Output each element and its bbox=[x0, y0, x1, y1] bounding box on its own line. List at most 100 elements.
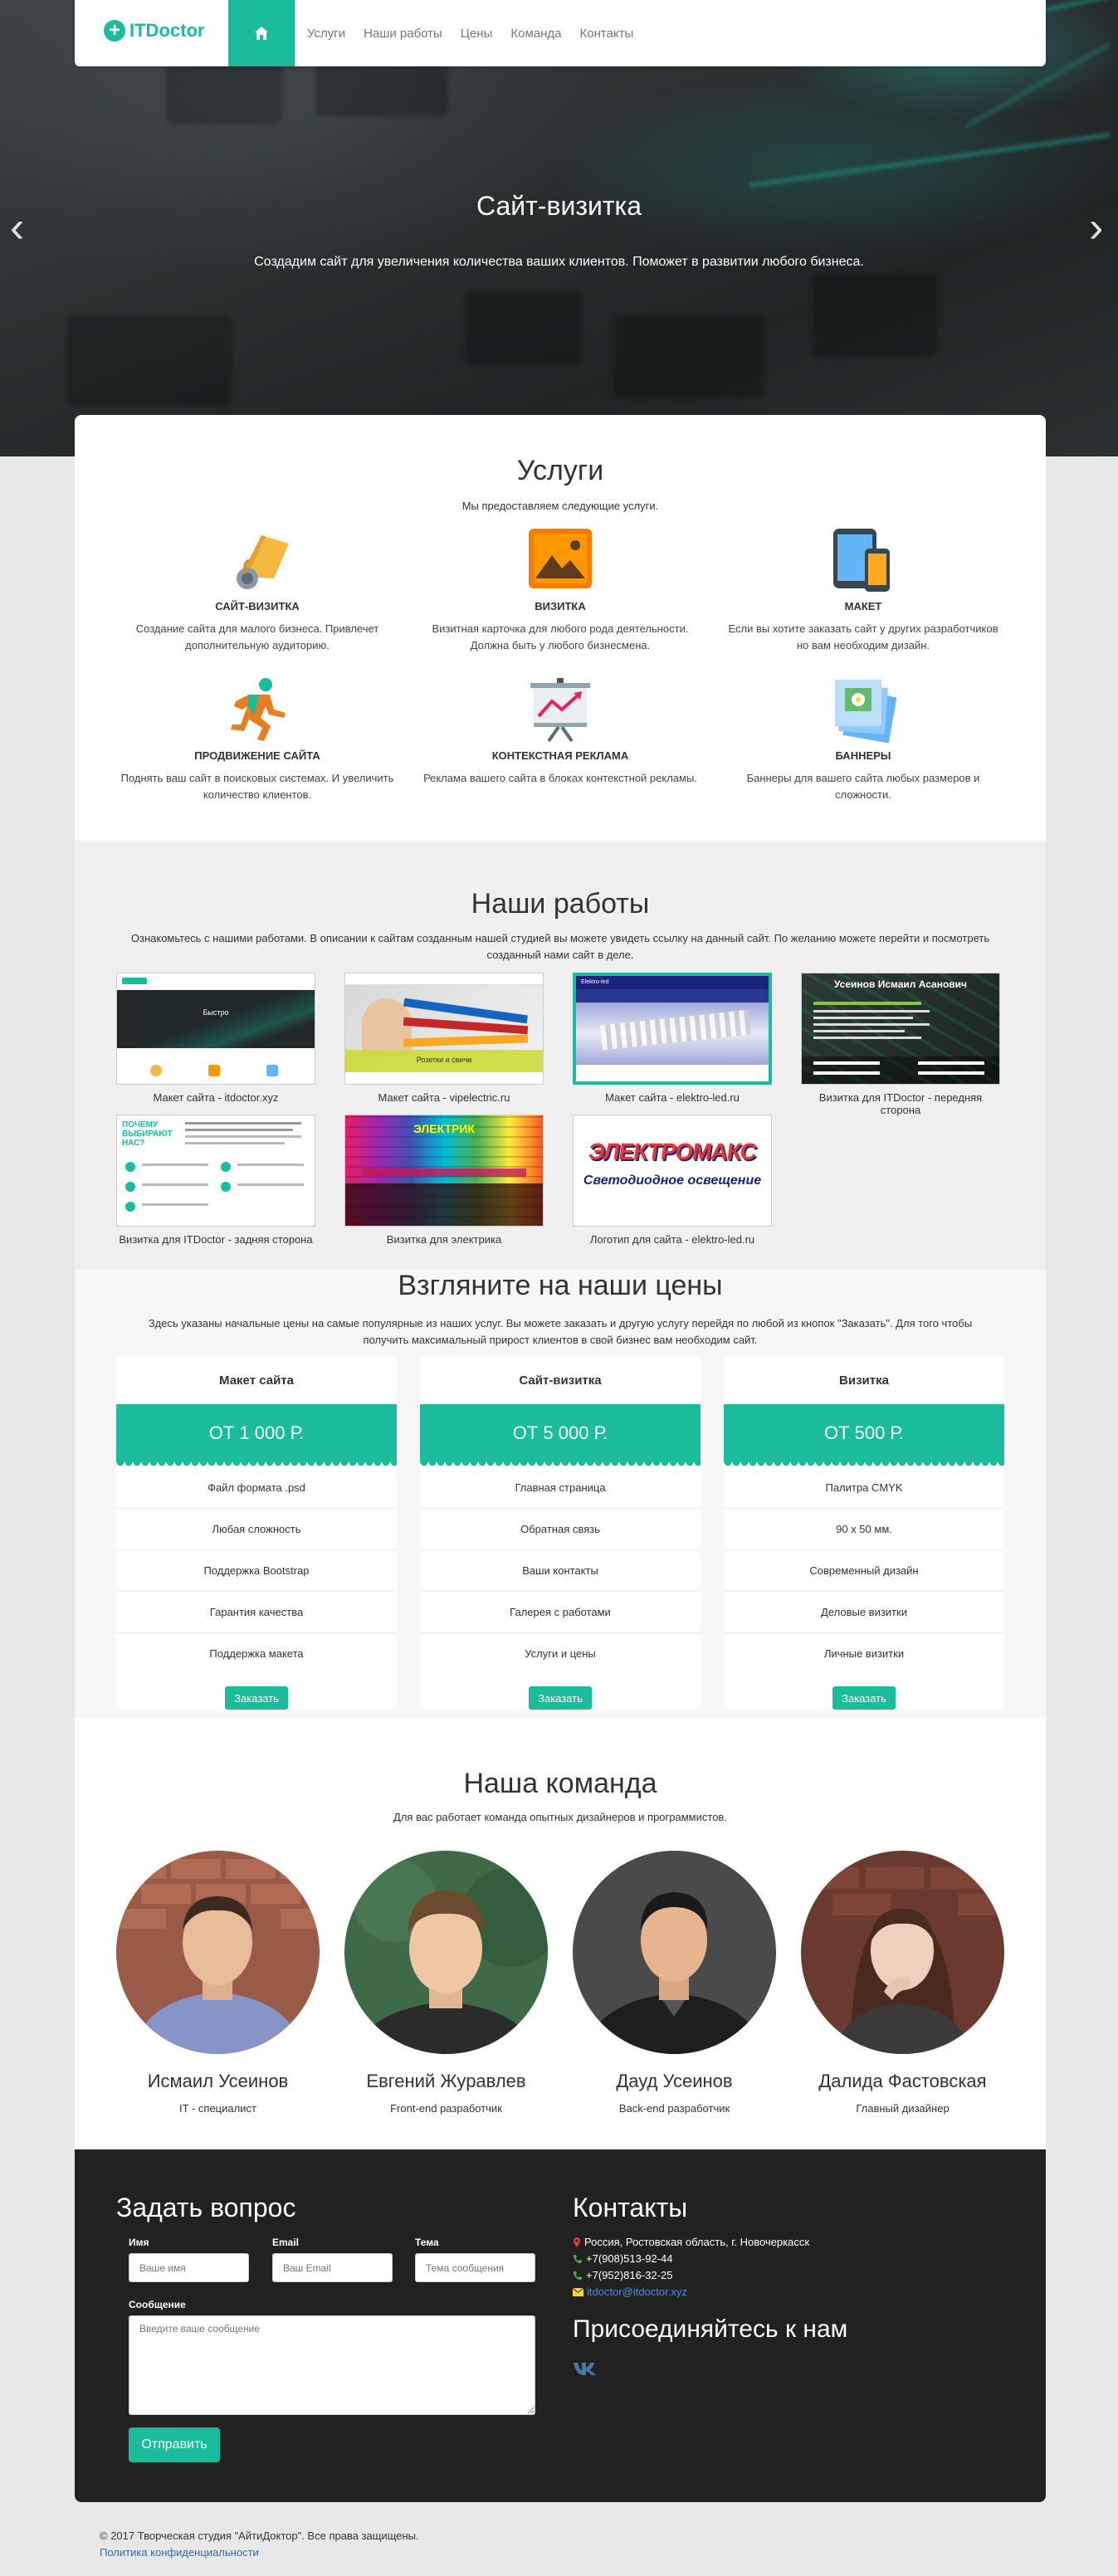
work-thumb-text: Усеинов Исмаил Асанович bbox=[833, 978, 968, 990]
ask-question-title: Задать вопрос bbox=[116, 2193, 296, 2222]
hero-title: Сайт-визитка bbox=[476, 191, 642, 221]
work-caption: Макет сайта - elektro-led.ru bbox=[605, 1091, 740, 1104]
work-item[interactable]: Усеинов Исмаил Асанович Визитка для ITDo… bbox=[801, 973, 1000, 1116]
team-subtitle: Для вас работает команда опытных дизайне… bbox=[393, 1811, 727, 1823]
service-title: Сайт-визитка bbox=[215, 600, 300, 612]
email-input[interactable] bbox=[272, 2253, 393, 2282]
service-desc: Визитная карточка для любого рода деятел… bbox=[432, 622, 689, 651]
plan-feature: Палитра CMYK bbox=[724, 1467, 1004, 1509]
nav-link-contacts[interactable]: Контакты bbox=[579, 27, 633, 41]
team-member: Евгений Журавлев Front-end разработчик bbox=[344, 1851, 548, 2115]
logo[interactable]: + ITDoctor bbox=[104, 20, 204, 41]
member-name: Далида Фастовская bbox=[818, 2071, 987, 2091]
address-text: Россия, Ростовская область, г. Новочерка… bbox=[584, 2236, 810, 2248]
service-title: Баннеры bbox=[835, 749, 891, 762]
phone-icon bbox=[573, 2271, 582, 2280]
work-thumb-text: ЭЛЕКТРОМАКС bbox=[587, 1139, 759, 1164]
address-line: Россия, Ростовская область, г. Новочерка… bbox=[573, 2236, 809, 2248]
team-title: Наша команда bbox=[463, 1768, 657, 1799]
work-thumbnail-selected[interactable]: Elektro-led bbox=[573, 973, 772, 1085]
name-input[interactable] bbox=[129, 2253, 249, 2282]
plan-feature: Гарантия качества bbox=[116, 1592, 397, 1633]
plan-feature: Ваши контакты bbox=[420, 1550, 701, 1592]
hero-subtitle: Создадим сайт для увеличения количества … bbox=[254, 255, 864, 269]
name-label: Имя bbox=[129, 2237, 149, 2248]
work-caption: Логотип для сайта - elektro-led.ru bbox=[589, 1233, 755, 1246]
presentation-icon bbox=[530, 678, 590, 743]
privacy-policy-link[interactable]: Политика конфиденциальности bbox=[100, 2546, 259, 2559]
work-thumb-text: ЭЛЕКТРИК bbox=[413, 1122, 475, 1135]
map-pin-icon bbox=[574, 2237, 580, 2247]
order-button[interactable]: Заказать bbox=[832, 1686, 896, 1710]
nav-link-prices[interactable]: Цены bbox=[461, 27, 493, 41]
member-role: IT - специалист bbox=[179, 2102, 256, 2115]
navbar: + ITDoctor Услуги Наши работы Цены Коман… bbox=[75, 0, 1046, 66]
banners-icon bbox=[835, 680, 896, 743]
topic-label: Тема bbox=[415, 2237, 439, 2248]
envelope-icon bbox=[573, 2287, 583, 2296]
work-thumbnail[interactable]: Быстро bbox=[116, 973, 315, 1085]
topic-input[interactable] bbox=[415, 2253, 535, 2282]
order-button[interactable]: Заказать bbox=[225, 1686, 288, 1710]
image-icon bbox=[529, 529, 592, 588]
price-card: Сайт-визитка ОТ 5 000 Р. Главная страниц… bbox=[420, 1357, 701, 1710]
plan-feature: Деловые визитки bbox=[724, 1592, 1004, 1633]
service-desc: Создание сайта для малого бизнеса. Привл… bbox=[135, 622, 379, 651]
plan-price: ОТ 500 Р. bbox=[724, 1404, 1004, 1467]
service-desc: Реклама вашего сайта в блоках контекстно… bbox=[423, 772, 697, 784]
work-item[interactable]: Быстро Макет сайта - itdoctor.xyz bbox=[116, 973, 315, 1104]
message-textarea[interactable] bbox=[129, 2315, 535, 2415]
services-subtitle: Мы предоставляем следующие услуги. bbox=[461, 500, 659, 512]
plan-feature: Галерея с работами bbox=[420, 1592, 701, 1633]
member-role: Back-end разработчик bbox=[618, 2102, 730, 2115]
work-thumb-subtext: Светодиодное освещение bbox=[583, 1173, 762, 1188]
plan-name: Сайт-визитка bbox=[519, 1373, 602, 1388]
plan-price: ОТ 1 000 Р. bbox=[116, 1404, 397, 1467]
work-item[interactable]: ЭЛЕКТРОМАКС Светодиодное освещение Логот… bbox=[573, 1115, 772, 1246]
work-caption: Визитка для электрика bbox=[386, 1233, 502, 1246]
work-thumbnail[interactable]: Розетки и свичи bbox=[344, 973, 544, 1085]
works-section: Наши работы Ознакомьтесь с нашими работа… bbox=[75, 841, 1046, 1270]
work-thumbnail[interactable]: ЭЛЕКТРИК bbox=[344, 1115, 544, 1227]
works-intro: Ознакомьтесь с нашими работами. В описан… bbox=[130, 932, 990, 961]
runner-icon bbox=[231, 678, 286, 741]
phone-text[interactable]: +7(908)513-92-44 bbox=[586, 2252, 672, 2265]
phone-text[interactable]: +7(952)816-32-25 bbox=[586, 2269, 672, 2281]
nav-link-services[interactable]: Услуги bbox=[307, 27, 345, 41]
work-item[interactable]: Elektro-led Макет сайта - elektro-led.ru bbox=[573, 973, 772, 1104]
plan-feature: Любая сложность bbox=[116, 1509, 397, 1550]
order-button[interactable]: Заказать bbox=[529, 1686, 592, 1710]
work-thumb-text: Быстро bbox=[203, 1008, 229, 1017]
team-member: Исмаил Усеинов IT - специалист bbox=[116, 1851, 320, 2115]
work-thumbnail[interactable]: Усеинов Исмаил Асанович bbox=[801, 973, 1000, 1085]
nav-link-works[interactable]: Наши работы bbox=[364, 27, 442, 41]
member-role: Главный дизайнер bbox=[856, 2102, 950, 2115]
service-item: Сайт-визитка Создание сайта для малого б… bbox=[120, 527, 394, 654]
work-item[interactable]: ПОЧЕМУ ВЫБИРАЮТ НАС? Визитка для ITDocto… bbox=[116, 1115, 315, 1246]
work-thumbnail[interactable]: ЭЛЕКТРОМАКС Светодиодное освещение bbox=[573, 1115, 772, 1227]
email-link[interactable]: itdoctor@itdoctor.xyz bbox=[587, 2286, 687, 2298]
nav-link-team[interactable]: Команда bbox=[510, 27, 561, 41]
nav-home-button[interactable] bbox=[228, 0, 295, 66]
member-role: Front-end разработчик bbox=[390, 2102, 502, 2115]
prices-title: Взгляните на наши цены bbox=[398, 1270, 723, 1301]
work-thumb-text: Розетки и свичи bbox=[416, 1056, 472, 1064]
work-thumbnail[interactable]: ПОЧЕМУ ВЫБИРАЮТ НАС? bbox=[116, 1115, 315, 1227]
footer-section: Задать вопрос Имя Email Тема Сообщение О… bbox=[75, 2149, 1046, 2502]
work-caption: Макет сайта - itdoctor.xyz bbox=[153, 1091, 279, 1104]
work-item[interactable]: Розетки и свичи Макет сайта - vipelectri… bbox=[344, 973, 544, 1104]
avatar bbox=[116, 1851, 320, 2054]
phone-icon bbox=[573, 2254, 582, 2263]
prices-intro: Здесь указаны начальные цены на самые по… bbox=[148, 1317, 973, 1346]
send-button[interactable]: Отправить bbox=[129, 2427, 220, 2462]
service-item: Продвижение сайта Поднять ваш сайт в пои… bbox=[120, 676, 394, 803]
service-desc: Баннеры для вашего сайта любых размеров … bbox=[746, 772, 980, 801]
email-line: itdoctor@itdoctor.xyz bbox=[573, 2286, 687, 2298]
member-name: Исмаил Усеинов bbox=[147, 2071, 289, 2091]
avatar bbox=[573, 1851, 776, 2054]
plan-feature: Обратная связь bbox=[420, 1509, 701, 1550]
work-item[interactable]: ЭЛЕКТРИК Визитка для электрика bbox=[344, 1115, 544, 1246]
service-item: Баннеры Баннеры для вашего сайта любых р… bbox=[726, 676, 1000, 803]
vk-icon[interactable] bbox=[573, 2361, 598, 2376]
service-title: Макет bbox=[844, 600, 882, 612]
